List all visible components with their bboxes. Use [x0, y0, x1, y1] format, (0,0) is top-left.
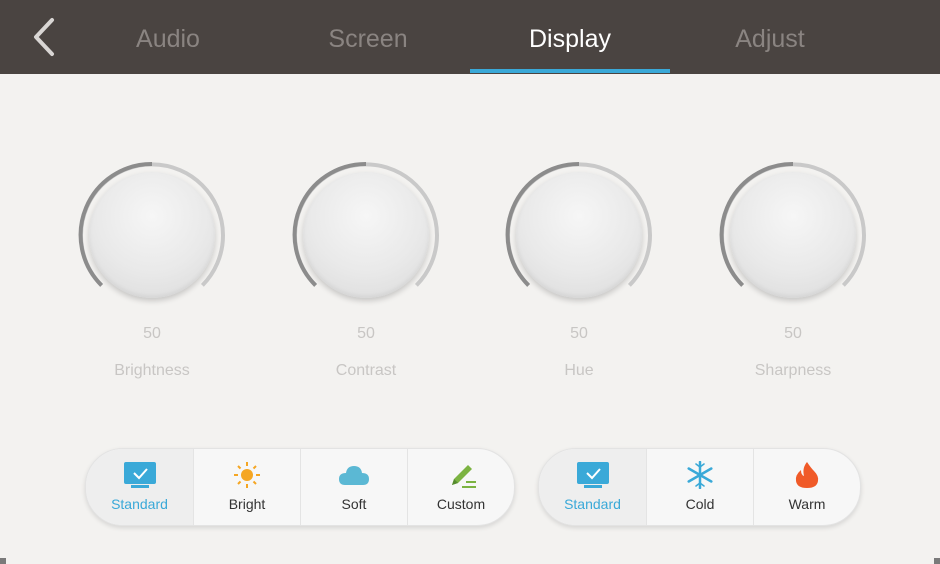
top-bar: Audio Screen Display Adjust [0, 0, 940, 74]
cloud-icon [339, 466, 369, 485]
color-temp-standard-button[interactable]: Standard [539, 449, 646, 525]
check-screen-icon [123, 462, 156, 488]
sun-icon [234, 462, 260, 488]
corner-mark-right [934, 558, 940, 564]
color-temp-warm-label: Warm [788, 496, 826, 512]
brightness-knob[interactable] [67, 150, 237, 320]
hue-knob[interactable] [494, 150, 664, 320]
sharpness-knob-cap[interactable] [730, 172, 856, 298]
contrast-knob[interactable] [281, 150, 451, 320]
sharpness-knob[interactable] [708, 150, 878, 320]
brightness-value: 50 [143, 325, 161, 342]
color-temperature-selector: Standard Cold Warm [538, 448, 861, 526]
sharpness-label: Sharpness [754, 362, 832, 379]
color-temp-cold-label: Cold [685, 496, 715, 512]
color-temp-warm-button[interactable]: Warm [753, 449, 860, 525]
contrast-value: 50 [357, 325, 375, 342]
brightness-label: Brightness [114, 362, 190, 379]
contrast-label: Contrast [335, 362, 397, 379]
sharpness-value: 50 [784, 325, 802, 342]
picture-mode-standard-button[interactable]: Standard [86, 449, 193, 525]
pencil-icon [452, 465, 476, 488]
picture-mode-soft-label: Soft [341, 496, 367, 512]
hue-value: 50 [570, 325, 588, 342]
color-temp-standard-label: Standard [564, 496, 621, 512]
tab-adjust[interactable]: Adjust [670, 0, 870, 74]
snowflake-icon [687, 461, 713, 489]
hue-label: Hue [564, 362, 594, 379]
tab-display[interactable]: Display [470, 0, 670, 74]
check-screen-icon [576, 462, 609, 488]
corner-mark-left [0, 558, 6, 564]
picture-mode-custom-button[interactable]: Custom [407, 449, 514, 525]
back-button[interactable] [26, 14, 66, 60]
chevron-left-icon [34, 18, 54, 56]
tab-audio[interactable]: Audio [68, 0, 268, 74]
picture-mode-bright-label: Bright [228, 496, 266, 512]
flame-icon [795, 462, 819, 488]
color-temp-cold-button[interactable]: Cold [646, 449, 753, 525]
tab-screen[interactable]: Screen [268, 0, 468, 74]
brightness-knob-cap[interactable] [89, 172, 215, 298]
active-tab-indicator [470, 69, 670, 73]
hue-knob-cap[interactable] [516, 172, 642, 298]
picture-mode-custom-label: Custom [436, 496, 486, 512]
picture-mode-standard-label: Standard [111, 496, 168, 512]
picture-mode-selector: Standard Bright Soft Custom [85, 448, 515, 526]
contrast-knob-cap[interactable] [303, 172, 429, 298]
picture-mode-bright-button[interactable]: Bright [193, 449, 300, 525]
picture-mode-soft-button[interactable]: Soft [300, 449, 407, 525]
